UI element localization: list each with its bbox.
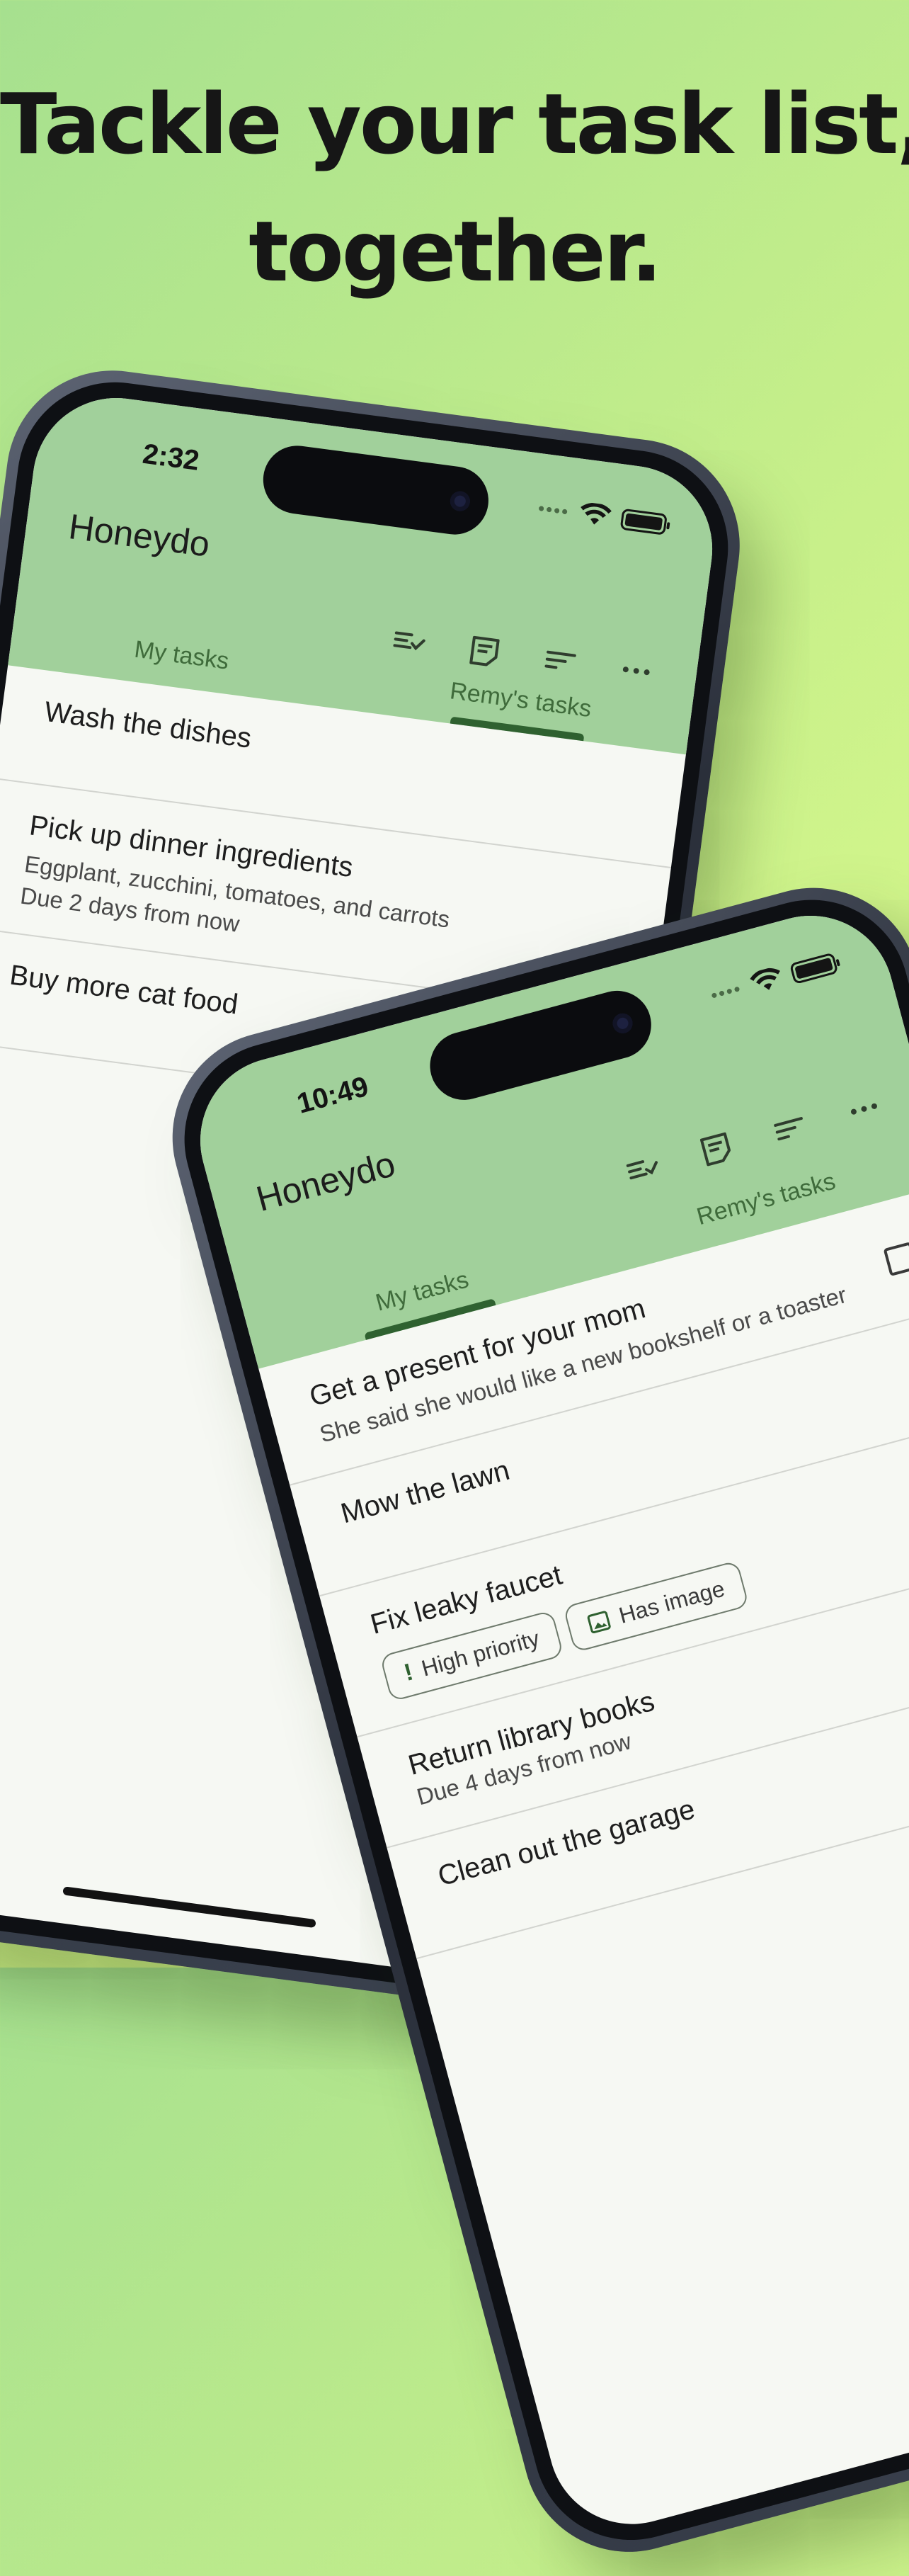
battery-icon: [789, 952, 839, 985]
headline-line-2: together.: [248, 203, 663, 300]
dynamic-island: [258, 441, 493, 539]
more-icon[interactable]: [842, 1087, 886, 1130]
headline-line-1: Tackle your task list,: [0, 75, 909, 173]
image-icon: [585, 1608, 613, 1635]
notes-icon[interactable]: [694, 1127, 738, 1170]
status-icons: ••••: [537, 496, 668, 537]
chip-label: Has image: [616, 1575, 728, 1628]
sort-icon[interactable]: [769, 1107, 812, 1150]
status-time: 10:49: [293, 1070, 372, 1120]
task-checkbox[interactable]: [883, 1241, 909, 1276]
app-title: Honeydo: [252, 1144, 399, 1219]
dynamic-island: [422, 983, 659, 1108]
app-title: Honeydo: [66, 506, 212, 564]
signal-icon: ••••: [537, 497, 571, 523]
exclamation-icon: !: [401, 1658, 416, 1687]
chip-label: High priority: [418, 1625, 542, 1681]
wifi-icon: [581, 502, 612, 525]
home-indicator: [62, 1886, 316, 1929]
status-icons: ••••: [708, 951, 839, 1008]
status-time: 2:32: [140, 438, 202, 477]
battery-icon: [619, 508, 668, 535]
completed-tasks-icon[interactable]: [621, 1147, 664, 1190]
headline: Tackle your task list, together.: [0, 60, 909, 315]
wifi-icon: [750, 968, 780, 990]
signal-icon: ••••: [708, 977, 745, 1006]
